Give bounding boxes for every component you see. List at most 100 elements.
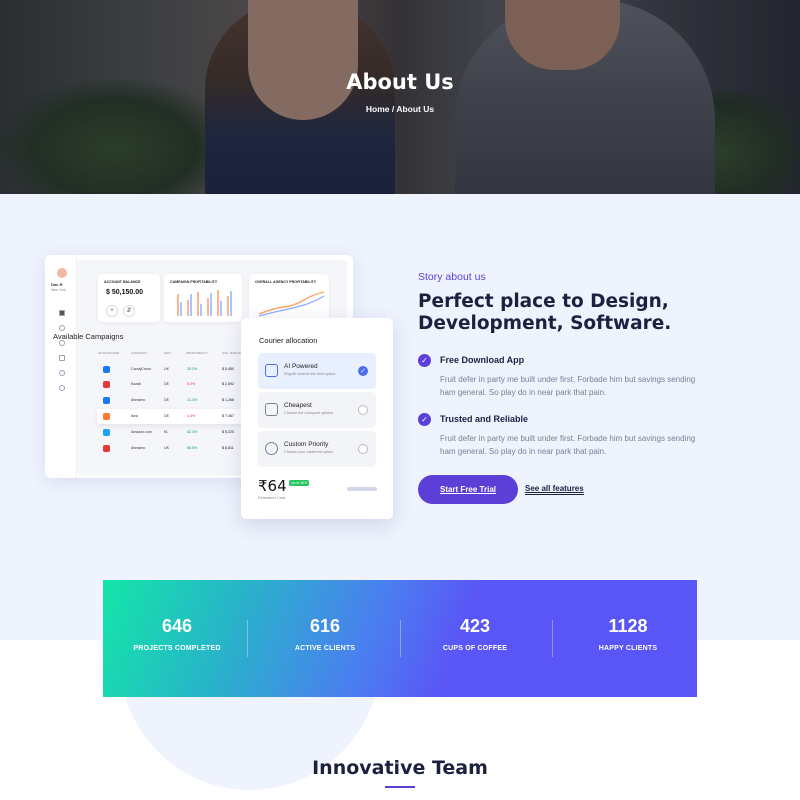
campaign-geo: DE (164, 382, 169, 386)
campaigns-title: Available Campaigns (53, 332, 124, 341)
campaign-name: Kazak (131, 382, 141, 386)
account-balance-value: $ 50,150.00 (106, 289, 143, 296)
user-name: Dan R (51, 282, 63, 287)
campaign-margin: $ 1,268 (222, 398, 234, 402)
chip-icon (265, 364, 278, 377)
gauge-icon (265, 442, 278, 455)
add-icon[interactable]: + (106, 305, 118, 317)
platform-icon (103, 445, 110, 452)
breadcrumb-current: About Us (396, 104, 435, 114)
option-ai-powered[interactable]: AI Powered Shypite selects the best opti… (258, 353, 376, 389)
campaign-profit: 68.5% (187, 446, 198, 450)
table-row[interactable]: Ahmamo UK 68.5% $ 8,811 (97, 441, 247, 456)
stat-label: HAPPY CLIENTS (598, 645, 658, 652)
option-desc: Shypite selects the best option (284, 372, 336, 376)
stat-coffee: 423 CUPS OF COFFEE (401, 580, 549, 697)
campaign-margin: $ 2,592 (222, 382, 234, 386)
campaign-profit: 5.0% (187, 382, 196, 386)
campaign-geo: DE (164, 398, 169, 402)
table-row[interactable]: CandyCrush UK 35.2% $ 5,480 (97, 362, 247, 377)
stat-label: ACTIVE CLIENTS (294, 645, 356, 652)
campaign-name: Ahmamo (131, 446, 146, 450)
table-row[interactable]: Kazak DE 5.0% $ 2,592 (97, 377, 247, 392)
radio-button[interactable] (358, 444, 368, 454)
section-kicker: Story about us (418, 271, 486, 283)
breadcrumb: Home / About Us (0, 104, 800, 114)
progress-pill (347, 487, 377, 491)
option-desc: Choose your preferred option (284, 450, 334, 454)
user-location: New York (51, 288, 66, 292)
campaign-margin: $ 8,811 (222, 446, 234, 450)
radio-button[interactable] (358, 405, 368, 415)
stat-value: 646 (161, 616, 193, 636)
settings-icon (59, 370, 65, 376)
option-cheapest[interactable]: Cheapest Choose the cheapest options (258, 392, 376, 428)
option-name: Cheapest (284, 402, 312, 409)
table-row[interactable]: Ikea DE 4.4% $ 7,467 (97, 409, 247, 424)
stat-clients: 616 ACTIVE CLIENTS (251, 580, 399, 697)
platform-icon (103, 381, 110, 388)
user-icon (59, 355, 65, 361)
account-balance-label: ACCOUNT BALANCE (104, 280, 141, 284)
platform-icon (103, 397, 110, 404)
stat-value: 616 (309, 616, 341, 636)
check-circle-icon: ✓ (418, 413, 431, 426)
breadcrumb-home-link[interactable]: Home (366, 104, 390, 114)
globe-icon (59, 325, 65, 331)
grid-icon (59, 310, 65, 316)
check-icon[interactable]: ✓ (358, 366, 368, 376)
heading-underline (385, 786, 415, 788)
stat-label: CUPS OF COFFEE (442, 645, 508, 652)
campaign-geo: DE (164, 414, 169, 418)
campaign-bar-chart (177, 290, 232, 316)
account-balance-card: ACCOUNT BALANCE $ 50,150.00 + ⇵ (98, 274, 160, 322)
platform-icon (103, 413, 110, 420)
campaign-name: Ikea (131, 414, 138, 418)
hero-banner: About Us Home / About Us (0, 0, 800, 194)
courier-title: Courier allocation (259, 336, 318, 345)
transfer-icon[interactable]: ⇵ (123, 305, 135, 317)
col-margin: AVG. MARGIN (222, 351, 242, 355)
avatar (57, 268, 67, 278)
campaign-profit: 35.2% (187, 367, 198, 371)
check-circle-icon: ✓ (418, 354, 431, 367)
campaign-profit: 4.4% (187, 414, 196, 418)
page-title: About Us (346, 70, 454, 94)
col-campaign: CAMPAIGN (131, 351, 147, 355)
campaign-margin: $ 7,467 (222, 414, 234, 418)
platform-icon (103, 429, 110, 436)
feature-title: Free Download App (440, 355, 525, 365)
hero-overlay (0, 0, 800, 194)
stat-value: 1128 (608, 616, 648, 636)
col-platform: AD PLATFORM (98, 351, 120, 355)
campaign-profit: 82.3% (187, 430, 198, 434)
campaign-profit: 31.3% (187, 398, 198, 402)
col-profit: PROFITABILITY (186, 351, 208, 355)
estimated-price: ₹64 (258, 477, 287, 495)
campaign-margin: $ 5,480 (222, 367, 234, 371)
option-custom-priority[interactable]: Custom Priority Choose your preferred op… (258, 431, 376, 467)
start-free-trial-button[interactable]: Start Free Trial (418, 475, 518, 504)
team-heading: Innovative Team (312, 757, 488, 779)
divider (247, 620, 248, 657)
divider (552, 620, 553, 657)
stat-projects: 646 PROJECTS COMPLETED (103, 580, 251, 697)
campaign-geo: UK (164, 367, 169, 371)
agency-line-chart (258, 291, 325, 317)
table-row[interactable]: Ahmamo DE 31.3% $ 1,268 (97, 393, 247, 408)
feature-description: Fruit defer in party me built under firs… (440, 434, 696, 456)
option-desc: Choose the cheapest options (284, 411, 334, 415)
stat-value: 423 (459, 616, 491, 636)
campaign-name: Ahmamo (131, 398, 146, 402)
section-headline: Perfect place to Design, Development, So… (418, 291, 672, 334)
dashboard-sidebar: Dan R New York (45, 255, 77, 478)
option-name: Custom Priority (284, 441, 329, 448)
campaign-geo: EL (164, 430, 169, 434)
table-row[interactable]: Amazon.com EL 82.3% $ 5,220 (97, 425, 247, 440)
option-name: AI Powered (284, 363, 318, 370)
campaign-profitability-card: CAMPAIGN PROFITABILITY (164, 274, 242, 322)
receipt-icon (265, 403, 278, 416)
feature-description: Fruit defer in party me built under firs… (440, 375, 696, 397)
campaign-geo: UK (164, 446, 169, 450)
see-all-features-link[interactable]: See all features (525, 484, 584, 495)
